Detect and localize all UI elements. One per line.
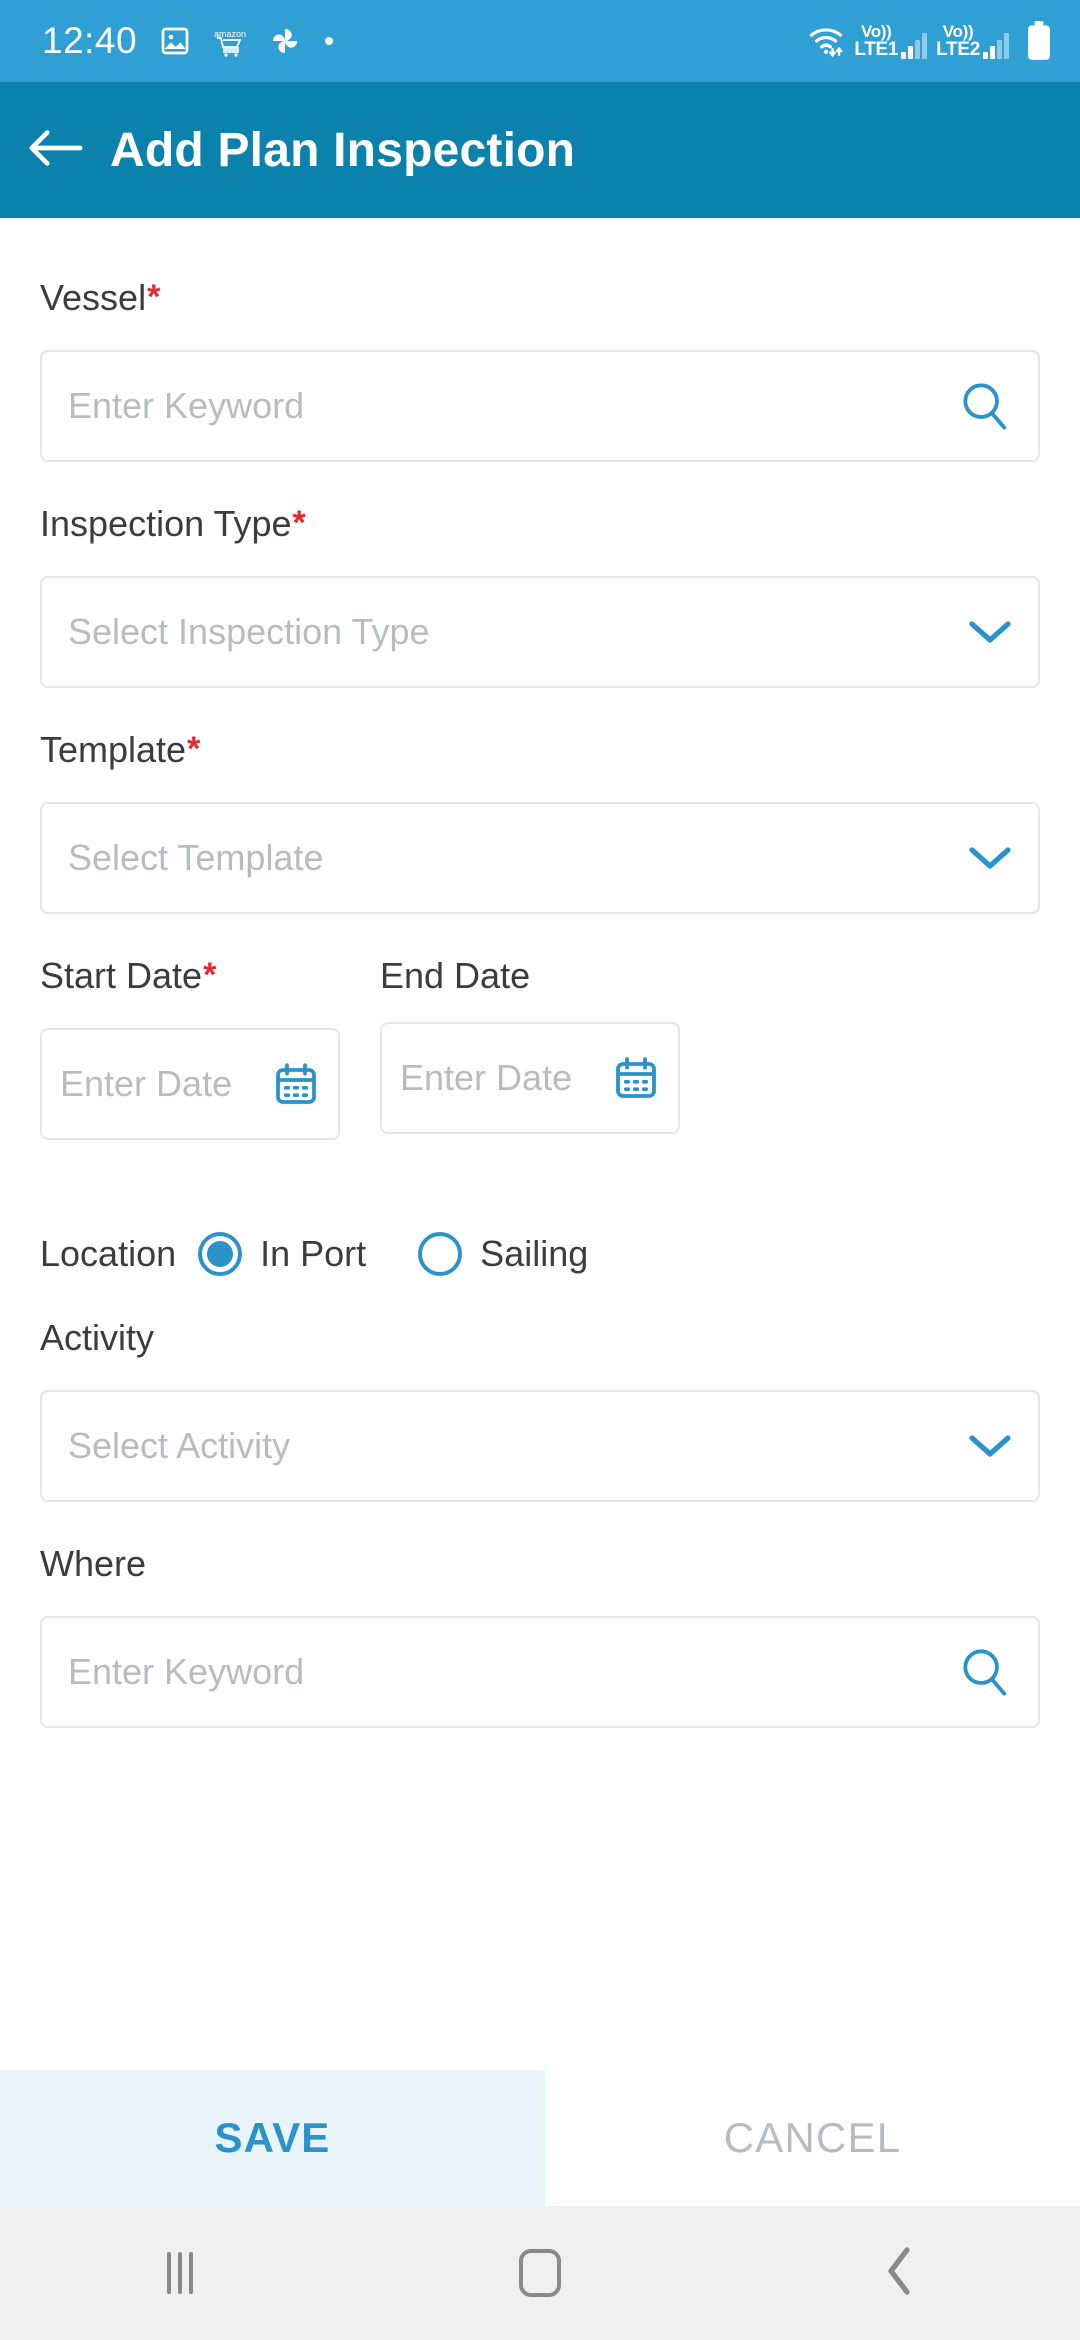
sim2-signal-indicator: Vo)) LTE2 (936, 23, 1009, 59)
start-date-label-row: Start Date * (40, 958, 340, 994)
end-date-label: End Date (380, 955, 531, 996)
vessel-placeholder: Enter Keyword (68, 385, 305, 426)
phone-screen: 12:40 amazon Vo)) LTE1 Vo)) LTE2 Add Pla… (0, 0, 1080, 2340)
activity-label-row: Activity (40, 1320, 1040, 1356)
vessel-label: Vessel (40, 277, 147, 318)
inspection-type-label: Inspection Type (40, 503, 292, 544)
inspection-type-select[interactable]: Select Inspection Type (40, 576, 1040, 688)
location-option-sailing[interactable]: Sailing (418, 1232, 588, 1276)
inspection-type-placeholder: Select Inspection Type (68, 611, 430, 652)
location-field-group: Location In Port Sailing (40, 1232, 1040, 1276)
chevron-down-icon[interactable] (968, 1432, 1012, 1460)
where-field-group: Where Enter Keyword (40, 1546, 1040, 1728)
back-icon (883, 2246, 917, 2301)
sim2-network-label: LTE2 (936, 39, 980, 60)
chevron-down-icon[interactable] (968, 844, 1012, 872)
inspection-type-field-group: Inspection Type * Select Inspection Type (40, 506, 1040, 688)
template-label-row: Template * (40, 732, 1040, 768)
home-icon (519, 2249, 561, 2297)
calendar-icon[interactable] (272, 1060, 320, 1108)
pinwheel-icon (269, 25, 301, 57)
sim1-volte-label: Vo)) (860, 22, 892, 41)
activity-select[interactable]: Select Activity (40, 1390, 1040, 1502)
start-date-label: Start Date (40, 955, 203, 996)
location-option-in-port-label: In Port (260, 1233, 367, 1274)
start-date-input[interactable]: Enter Date (40, 1028, 340, 1140)
start-date-required-marker: * (203, 956, 217, 994)
start-date-field-group: Start Date * Enter Date (40, 958, 340, 1140)
vessel-search-input[interactable]: Enter Keyword (40, 350, 1040, 462)
location-option-sailing-label: Sailing (480, 1233, 589, 1274)
end-date-label-row: End Date (380, 958, 680, 994)
end-date-placeholder: Enter Date (400, 1057, 573, 1098)
battery-icon (1026, 21, 1052, 61)
radio-selected-icon (198, 1232, 243, 1276)
sim1-signal-indicator: Vo)) LTE1 (854, 22, 928, 60)
sim2-volte-label: Vo)) (942, 22, 974, 41)
radio-unselected-icon (418, 1232, 463, 1276)
end-date-field-group: End Date Enter Date (380, 958, 680, 1140)
location-label: Location (40, 1233, 177, 1274)
sim2-signal-bars (983, 33, 1009, 59)
template-label: Template (40, 729, 187, 770)
activity-placeholder: Select Activity (68, 1425, 291, 1466)
app-bar: Add Plan Inspection (0, 82, 1080, 218)
inspection-type-required-marker: * (292, 504, 306, 542)
wifi-icon (807, 25, 845, 57)
where-label-row: Where (40, 1546, 1040, 1582)
dot-icon (323, 35, 335, 47)
search-icon[interactable] (958, 1645, 1012, 1699)
home-button[interactable] (360, 2249, 720, 2297)
gallery-icon (159, 25, 191, 57)
vessel-field-group: Vessel * Enter Keyword (40, 280, 1040, 462)
action-bar: SAVE CANCEL (0, 2070, 1080, 2206)
status-bar: 12:40 amazon Vo)) LTE1 Vo)) LTE2 (0, 0, 1080, 82)
vessel-required-marker: * (147, 278, 161, 316)
system-nav-bar (0, 2206, 1080, 2340)
back-button[interactable] (0, 126, 110, 175)
template-required-marker: * (187, 730, 201, 768)
status-bar-clock: 12:40 (42, 20, 138, 61)
nav-back-button[interactable] (720, 2246, 1080, 2301)
page-title: Add Plan Inspection (110, 123, 576, 177)
template-placeholder: Select Template (68, 837, 324, 878)
where-label: Where (40, 1543, 147, 1584)
sim1-signal-bars (901, 33, 928, 59)
calendar-icon[interactable] (612, 1054, 660, 1102)
status-bar-right: Vo)) LTE1 Vo)) LTE2 (807, 21, 1052, 61)
cancel-button[interactable]: CANCEL (545, 2070, 1080, 2206)
where-search-input[interactable]: Enter Keyword (40, 1616, 1040, 1728)
dates-row: Start Date * Enter Date End Date Enter D… (40, 958, 1040, 1140)
status-bar-left: 12:40 amazon (42, 20, 335, 62)
save-button[interactable]: SAVE (0, 2070, 545, 2206)
activity-field-group: Activity Select Activity (40, 1320, 1040, 1502)
vessel-label-row: Vessel * (40, 280, 1040, 316)
template-select[interactable]: Select Template (40, 802, 1040, 914)
search-icon[interactable] (958, 379, 1012, 433)
back-arrow-icon (26, 126, 84, 175)
where-placeholder: Enter Keyword (68, 1651, 305, 1692)
form-content: Vessel * Enter Keyword Inspection Type * (0, 218, 1080, 2036)
recents-button[interactable] (0, 2252, 360, 2294)
inspection-type-label-row: Inspection Type * (40, 506, 1040, 542)
recents-icon (167, 2252, 193, 2294)
end-date-input[interactable]: Enter Date (380, 1022, 680, 1134)
sim1-network-label: LTE1 (854, 39, 899, 60)
amazon-cart-icon: amazon (213, 25, 247, 57)
template-field-group: Template * Select Template (40, 732, 1040, 914)
activity-label: Activity (40, 1317, 155, 1358)
chevron-down-icon[interactable] (968, 618, 1012, 646)
location-option-in-port[interactable]: In Port (198, 1232, 366, 1276)
start-date-placeholder: Enter Date (60, 1063, 233, 1104)
